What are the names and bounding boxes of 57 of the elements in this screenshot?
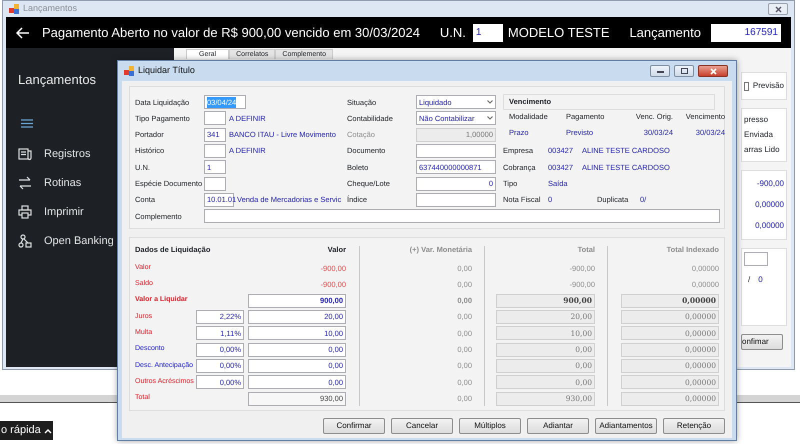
chevron-up-icon (44, 428, 52, 434)
minimize-button[interactable] (650, 65, 670, 77)
app-icon (9, 4, 19, 14)
close-icon (774, 6, 782, 12)
status-label: Enviada (744, 128, 774, 141)
entry-number-field[interactable]: 167591 (711, 24, 781, 42)
network-icon (18, 234, 32, 248)
caret-icon (487, 116, 493, 120)
sidebar-item[interactable]: Rotinas (44, 174, 82, 192)
window-title: Lançamentos (23, 2, 78, 16)
checkbox-label: Previsão (752, 80, 784, 92)
menu-icon[interactable] (21, 118, 33, 128)
caret-icon (487, 100, 493, 104)
dialog-button[interactable]: Adiantar (527, 418, 589, 434)
sidebar-item[interactable]: Imprimir (44, 204, 84, 220)
status-label: arras Lido (744, 144, 781, 156)
input-field[interactable] (416, 144, 496, 158)
amount-text: 0,00000 (755, 198, 784, 211)
maximize-button[interactable] (674, 65, 694, 77)
dialog-button[interactable]: Cancelar (391, 418, 453, 434)
input-field[interactable] (204, 176, 226, 191)
amount-text: 0,00000 (755, 220, 784, 232)
minimize-icon (656, 69, 664, 73)
separator-text: / (748, 274, 750, 286)
amount-text: -900,00 (756, 178, 784, 190)
sidebar-item[interactable]: Registros (44, 146, 90, 162)
input-field[interactable] (416, 192, 496, 207)
page-title: Pagamento Aberto no valor de R$ 900,00 vencido em 30/03/2024 (42, 24, 420, 42)
dialog-button[interactable]: Adiantamentos (595, 418, 657, 434)
maximize-icon (680, 68, 688, 74)
sidebar-item[interactable]: Open Banking (44, 232, 114, 250)
quick-access-tab[interactable]: o rápida (0, 421, 53, 440)
close-button[interactable] (768, 3, 788, 15)
dialog-title: Liquidar Título (138, 64, 195, 78)
swap-arrows-icon (18, 176, 32, 190)
un-field[interactable]: 1 (472, 24, 503, 42)
dialog-button[interactable]: Confirmar (323, 418, 385, 434)
input-field[interactable] (204, 209, 720, 224)
confirm-button[interactable]: onfimar (741, 334, 783, 350)
sidebar-title: Lançamentos (18, 71, 96, 89)
unit-name: MODELO TESTE (508, 24, 610, 42)
newspaper-icon (18, 147, 32, 161)
close-button[interactable] (698, 65, 728, 77)
field-label: Lançamento (629, 24, 701, 42)
input-field[interactable] (744, 252, 768, 266)
dialog-button[interactable]: Múltiplos (459, 418, 521, 434)
dialog-button[interactable]: Retenção (663, 418, 725, 434)
close-icon (710, 68, 716, 74)
back-arrow-icon[interactable] (16, 26, 30, 38)
field-label: U.N. (440, 24, 466, 42)
printer-icon (18, 205, 32, 219)
checkbox[interactable] (744, 82, 749, 90)
status-label: presso (744, 114, 770, 126)
input-field[interactable] (204, 111, 226, 126)
app-icon (124, 66, 134, 76)
input-field[interactable] (204, 144, 226, 158)
count-text: 0 (758, 274, 763, 286)
